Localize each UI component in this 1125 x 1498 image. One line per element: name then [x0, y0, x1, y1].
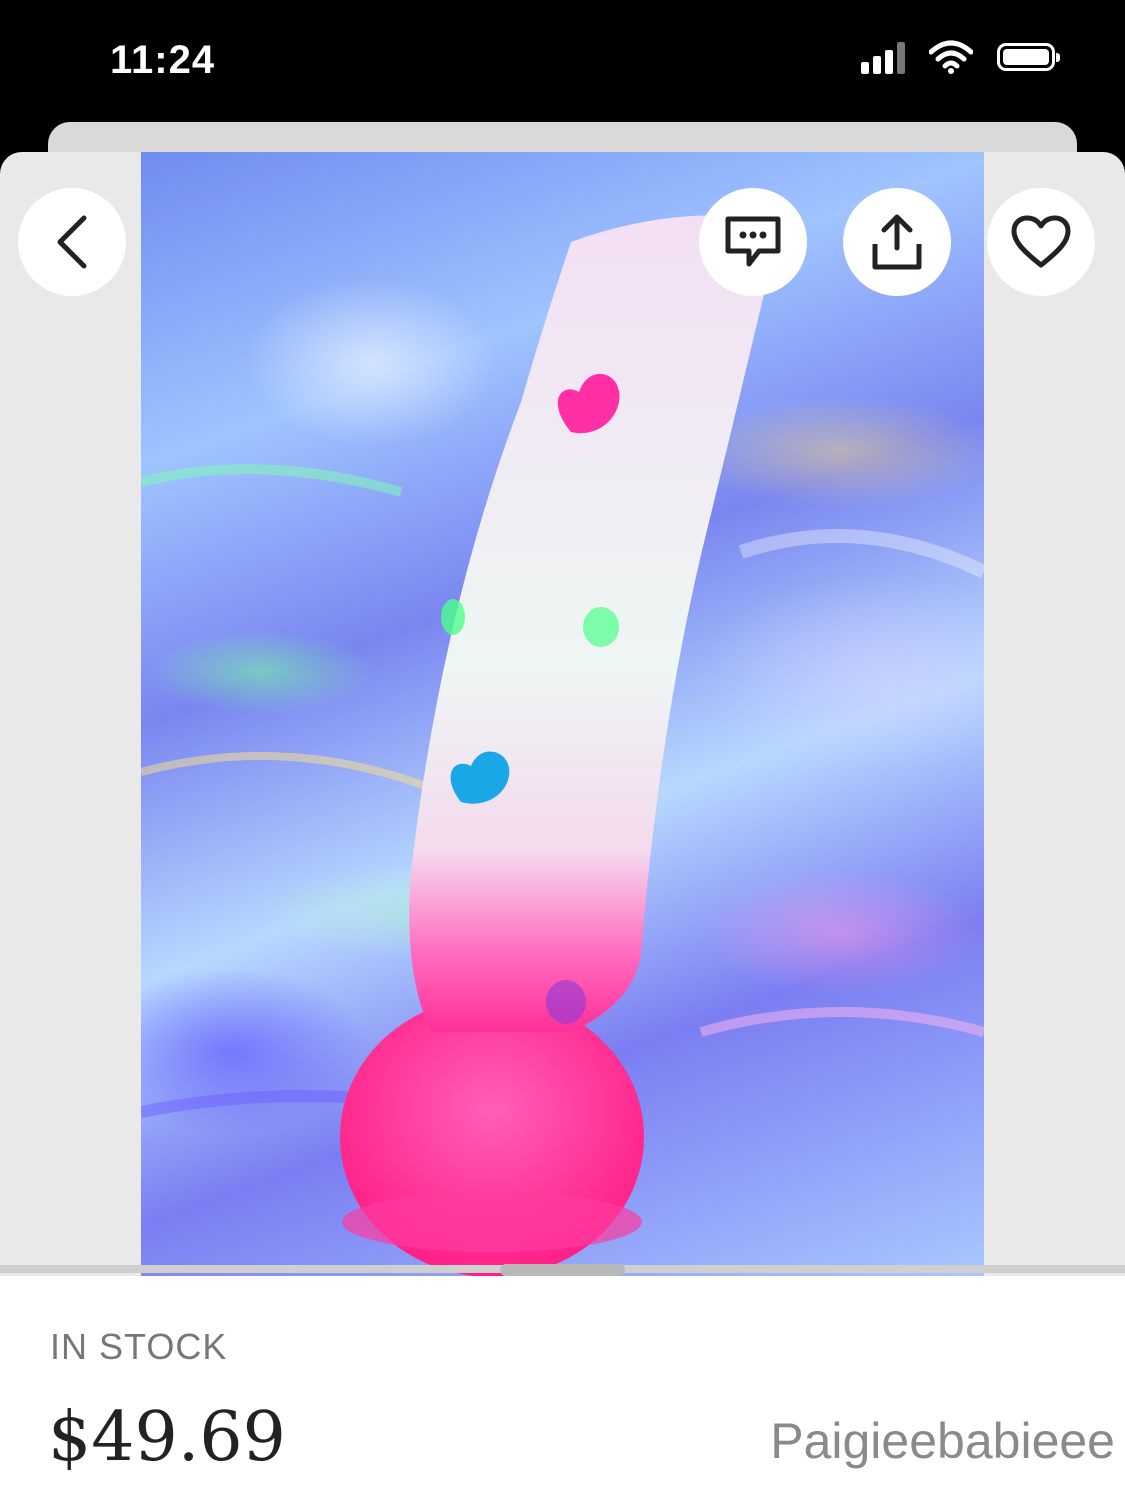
- wifi-icon: [929, 40, 973, 74]
- message-seller-button[interactable]: [699, 188, 807, 296]
- stock-status: IN STOCK: [50, 1326, 228, 1367]
- product-photo[interactable]: [141, 152, 984, 1277]
- product-image-art: [141, 215, 984, 1277]
- product-info-panel: IN STOCK $49.69 Paigieebabieee: [0, 1276, 1125, 1498]
- heart-icon: [1011, 215, 1071, 268]
- status-icons: [861, 40, 1060, 74]
- chat-bubble-icon: [725, 216, 781, 267]
- product-sheet: IN STOCK $49.69 Paigieebabieee: [0, 152, 1125, 1498]
- cellular-signal-icon: [861, 40, 905, 74]
- share-button[interactable]: [843, 188, 951, 296]
- seller-name-link[interactable]: Paigieebabieee: [770, 1412, 1115, 1470]
- status-bar: 11:24: [0, 0, 1125, 122]
- share-icon: [872, 214, 922, 270]
- product-price: $49.69: [48, 1398, 286, 1477]
- battery-icon: [997, 43, 1060, 71]
- sheet-grabber-handle[interactable]: [500, 1264, 625, 1276]
- status-time: 11:24: [110, 38, 216, 82]
- favorite-button[interactable]: [987, 188, 1095, 296]
- chevron-left-icon: [57, 215, 87, 269]
- back-button[interactable]: [18, 188, 126, 296]
